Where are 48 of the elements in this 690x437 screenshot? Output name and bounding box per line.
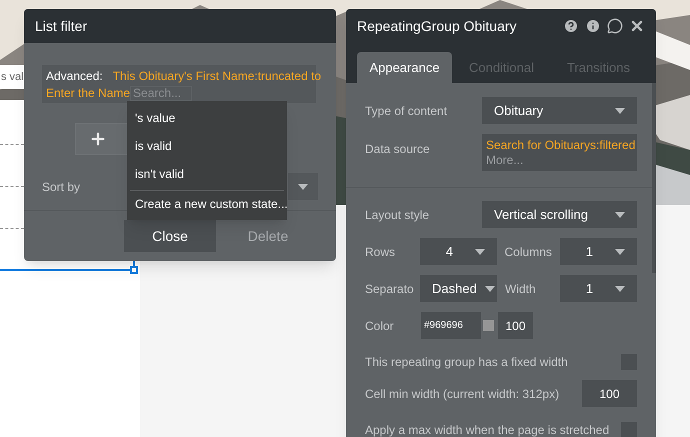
dropdown[interactable]: Vertical scrolling (482, 201, 637, 228)
field-label: This repeating group has a fixed width (365, 354, 568, 371)
field-label: Width (504, 280, 537, 298)
caret-icon (474, 248, 485, 254)
panel-title: List filter (35, 16, 88, 36)
menu-item[interactable]: is valid (127, 132, 287, 160)
dropdown[interactable]: Dashed (420, 275, 497, 302)
plus-icon (89, 130, 107, 148)
number-field[interactable]: 100 (582, 380, 637, 407)
color-field[interactable]: #969696 (421, 312, 481, 339)
caret-icon (484, 286, 495, 292)
color-swatch[interactable] (483, 320, 494, 331)
data-source-field[interactable]: Search for Obituarys:filtered More... (482, 134, 637, 171)
field-label: Apply a max width when the page is stretched (365, 422, 610, 437)
field-label: Color (365, 318, 395, 334)
field-label: Separato (365, 280, 415, 298)
menu-item[interactable]: isn't valid (127, 160, 287, 188)
info-icon[interactable] (585, 18, 601, 34)
dropdown[interactable]: 4 (420, 238, 497, 265)
tab[interactable]: Appearance (357, 52, 452, 83)
field-label: Columns (504, 244, 553, 260)
expression-text[interactable]: Enter the Name (46, 85, 130, 102)
field-label: Cell min width (current width: 312px) (365, 386, 560, 402)
dropdown[interactable]: 1 (560, 238, 638, 265)
menu-item[interactable]: 's value (127, 104, 287, 132)
sort-by-label: Sort by (42, 178, 80, 196)
caret-icon (615, 286, 625, 292)
field-label: Rows (365, 244, 396, 260)
dropdown[interactable]: Obituary (482, 97, 637, 124)
expression-text[interactable]: Search for Obituarys:filtered (486, 138, 633, 153)
text-input[interactable]: s val (0, 65, 26, 89)
close-icon[interactable] (629, 18, 645, 34)
field-label: Layout style (365, 206, 430, 224)
sort-dropdown[interactable] (288, 173, 318, 200)
help-icon[interactable] (563, 18, 579, 34)
caret-icon (298, 184, 308, 190)
caret-icon (615, 248, 626, 254)
opacity-field[interactable]: 100 (498, 312, 533, 339)
condition-label: Advanced: (46, 69, 103, 83)
close-button[interactable]: Close (124, 220, 216, 252)
expression-text[interactable]: This Obituary's First Name:truncated to (112, 69, 322, 83)
resize-handle[interactable] (130, 266, 138, 274)
field-label: Type of content (365, 102, 448, 120)
field-label: Data source (365, 141, 430, 158)
panel-title: RepeatingGroup Obituary (357, 16, 518, 36)
caret-icon (615, 212, 625, 218)
dropdown[interactable]: 1 (560, 275, 637, 302)
comment-icon[interactable] (607, 18, 623, 34)
